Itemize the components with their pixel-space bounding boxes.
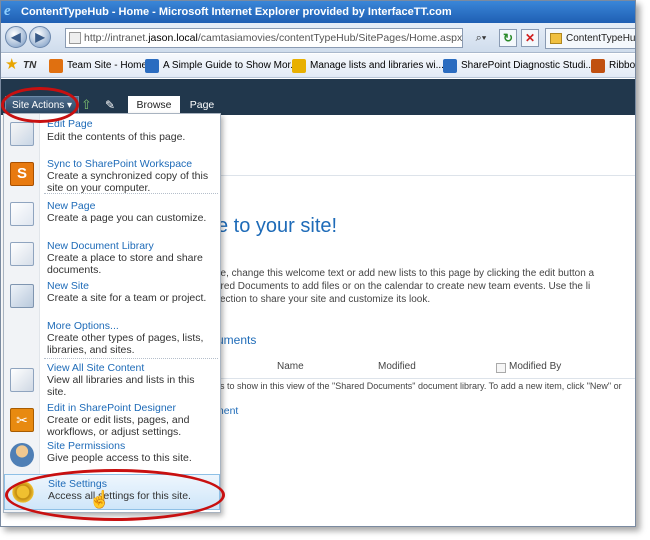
menu-item-sync-workspace[interactable]: S Sync to SharePoint Workspace Create a … bbox=[4, 158, 220, 196]
menu-item-desc: Create or edit lists, pages, and workflo… bbox=[47, 414, 190, 438]
browser-window: e ContentTypeHub - Home - Microsoft Inte… bbox=[0, 0, 636, 527]
favorite-label: A Simple Guide to Show Mor... bbox=[163, 60, 299, 71]
forward-button[interactable]: ▶ bbox=[29, 26, 51, 48]
welcome-text: ge, change this welcome text or add new … bbox=[215, 267, 635, 306]
url-domain: jason.local bbox=[148, 32, 198, 44]
favorite-link[interactable]: SharePoint Diagnostic Studi... bbox=[443, 58, 594, 74]
favorite-icon bbox=[292, 59, 306, 73]
url-prefix: http://intranet. bbox=[84, 32, 149, 44]
favorite-link[interactable]: A Simple Guide to Show Mor... bbox=[145, 58, 299, 74]
url-path: /camtasiamovies/contentTypeHub/SitePages… bbox=[197, 32, 463, 44]
menu-item-desc: Create other types of pages, lists, libr… bbox=[47, 332, 204, 356]
menu-item-desc: Give people access to this site. bbox=[47, 452, 192, 464]
site-content-icon bbox=[10, 368, 34, 392]
favorite-icon bbox=[591, 59, 605, 73]
menu-item-title: New Page bbox=[47, 200, 96, 212]
favorite-label: Team Site - Home bbox=[67, 60, 148, 71]
new-site-icon bbox=[10, 284, 34, 308]
divider bbox=[201, 175, 635, 176]
favorites-bar: ★ TN Team Site - Home A Simple Guide to … bbox=[1, 54, 635, 78]
address-toolbar: ◀ ▶ http://intranet.jason.local/camtasia… bbox=[1, 23, 635, 53]
empty-library-message: ns to show in this view of the "Shared D… bbox=[215, 381, 622, 391]
menu-item-title: View All Site Content bbox=[47, 362, 145, 374]
browser-tab[interactable]: ContentTypeHub bbox=[545, 28, 636, 49]
menu-item-title: New Site bbox=[47, 280, 90, 292]
menu-item-new-site[interactable]: New Site Create a site for a team or pro… bbox=[4, 278, 220, 318]
menu-item-edit-in-designer[interactable]: ✂ Edit in SharePoint Designer Create or … bbox=[4, 402, 220, 442]
menu-item-desc: Create a synchronized copy of this site … bbox=[47, 170, 209, 194]
menu-item-title: Site Permissions bbox=[47, 440, 126, 452]
favorites-star-icon[interactable]: ★ bbox=[5, 57, 18, 73]
hand-cursor-icon: ☝ bbox=[89, 490, 111, 509]
menu-item-new-page[interactable]: New Page Create a page you can customize… bbox=[4, 198, 220, 236]
highlight-oval-site-settings bbox=[5, 469, 225, 521]
favorite-label: SharePoint Diagnostic Studi... bbox=[461, 60, 594, 71]
favorite-label: Manage lists and libraries wi... bbox=[310, 60, 444, 71]
tab-title: ContentTypeHub bbox=[566, 33, 636, 44]
menu-item-view-all-site-content[interactable]: View All Site Content View all libraries… bbox=[4, 362, 220, 402]
welcome-line: ared Documents to add files or on the ca… bbox=[215, 281, 591, 292]
title-bar: e ContentTypeHub - Home - Microsoft Inte… bbox=[1, 1, 635, 23]
ie-logo-icon: e bbox=[4, 3, 11, 19]
new-page-icon bbox=[10, 202, 34, 226]
sharepoint-designer-icon: ✂ bbox=[10, 408, 34, 432]
document-library-icon bbox=[10, 242, 34, 266]
stop-button[interactable]: ✕ bbox=[521, 29, 539, 47]
edit-page-icon bbox=[10, 122, 34, 146]
menu-item-desc: Create a site for a team or project. bbox=[47, 292, 207, 304]
favorite-icon bbox=[443, 59, 457, 73]
favorite-link[interactable]: Manage lists and libraries wi... bbox=[292, 58, 444, 74]
select-checkbox[interactable] bbox=[496, 363, 506, 373]
address-bar[interactable]: http://intranet.jason.local/camtasiamovi… bbox=[65, 28, 463, 48]
welcome-heading: e to your site! bbox=[217, 215, 338, 237]
window-title: ContentTypeHub - Home - Microsoft Intern… bbox=[21, 6, 452, 18]
column-header-name[interactable]: Name bbox=[277, 361, 304, 372]
menu-item-title: More Options... bbox=[47, 320, 119, 332]
menu-item-title: New Document Library bbox=[47, 240, 154, 252]
favorite-icon bbox=[145, 59, 159, 73]
menu-item-desc: View all libraries and lists in this sit… bbox=[47, 374, 195, 398]
welcome-line: ge, change this welcome text or add new … bbox=[215, 268, 595, 279]
menu-item-more-options[interactable]: More Options... Create other types of pa… bbox=[4, 318, 220, 360]
page-icon bbox=[69, 32, 81, 44]
favorite-link[interactable]: Ribbon bbox=[591, 58, 636, 74]
refresh-button[interactable]: ↻ bbox=[499, 29, 517, 47]
back-button[interactable]: ◀ bbox=[5, 26, 27, 48]
address-dropdown-button[interactable]: ⌕▾ bbox=[467, 29, 495, 47]
column-header-modified-by[interactable]: Modified By bbox=[509, 361, 561, 372]
tab-favicon-icon bbox=[550, 33, 562, 44]
menu-item-desc: Edit the contents of this page. bbox=[47, 131, 186, 143]
shared-documents-title[interactable]: uments bbox=[217, 333, 256, 347]
menu-item-desc: Create a place to store and share docume… bbox=[47, 252, 203, 276]
menu-item-title: Sync to SharePoint Workspace bbox=[47, 158, 193, 170]
divider bbox=[215, 378, 635, 379]
people-icon bbox=[10, 443, 34, 467]
sharepoint-ribbon: Site Actions ▾ ⇧ ✎ Browse Page bbox=[1, 79, 635, 115]
tn-favorite[interactable]: TN bbox=[23, 58, 36, 74]
sharepoint-workspace-icon: S bbox=[10, 162, 34, 186]
welcome-line: section to share your site and customize… bbox=[215, 294, 431, 305]
navigate-up-icon[interactable]: ⇧ bbox=[81, 98, 97, 112]
favorite-icon bbox=[49, 59, 63, 73]
column-header-modified[interactable]: Modified bbox=[378, 361, 416, 372]
site-actions-menu: Edit Page Edit the contents of this page… bbox=[3, 113, 221, 513]
edit-page-icon[interactable]: ✎ bbox=[105, 98, 119, 112]
menu-separator bbox=[44, 358, 218, 359]
menu-item-desc: Create a page you can customize. bbox=[47, 212, 207, 224]
menu-item-new-document-library[interactable]: New Document Library Create a place to s… bbox=[4, 238, 220, 278]
menu-separator bbox=[44, 193, 218, 194]
highlight-oval-site-actions bbox=[1, 87, 79, 123]
menu-item-title: Edit in SharePoint Designer bbox=[47, 402, 176, 414]
menu-item-site-permissions[interactable]: Site Permissions Give people access to t… bbox=[4, 440, 220, 470]
favorite-link[interactable]: Team Site - Home bbox=[49, 58, 147, 74]
favorite-label: Ribbon bbox=[609, 60, 636, 71]
